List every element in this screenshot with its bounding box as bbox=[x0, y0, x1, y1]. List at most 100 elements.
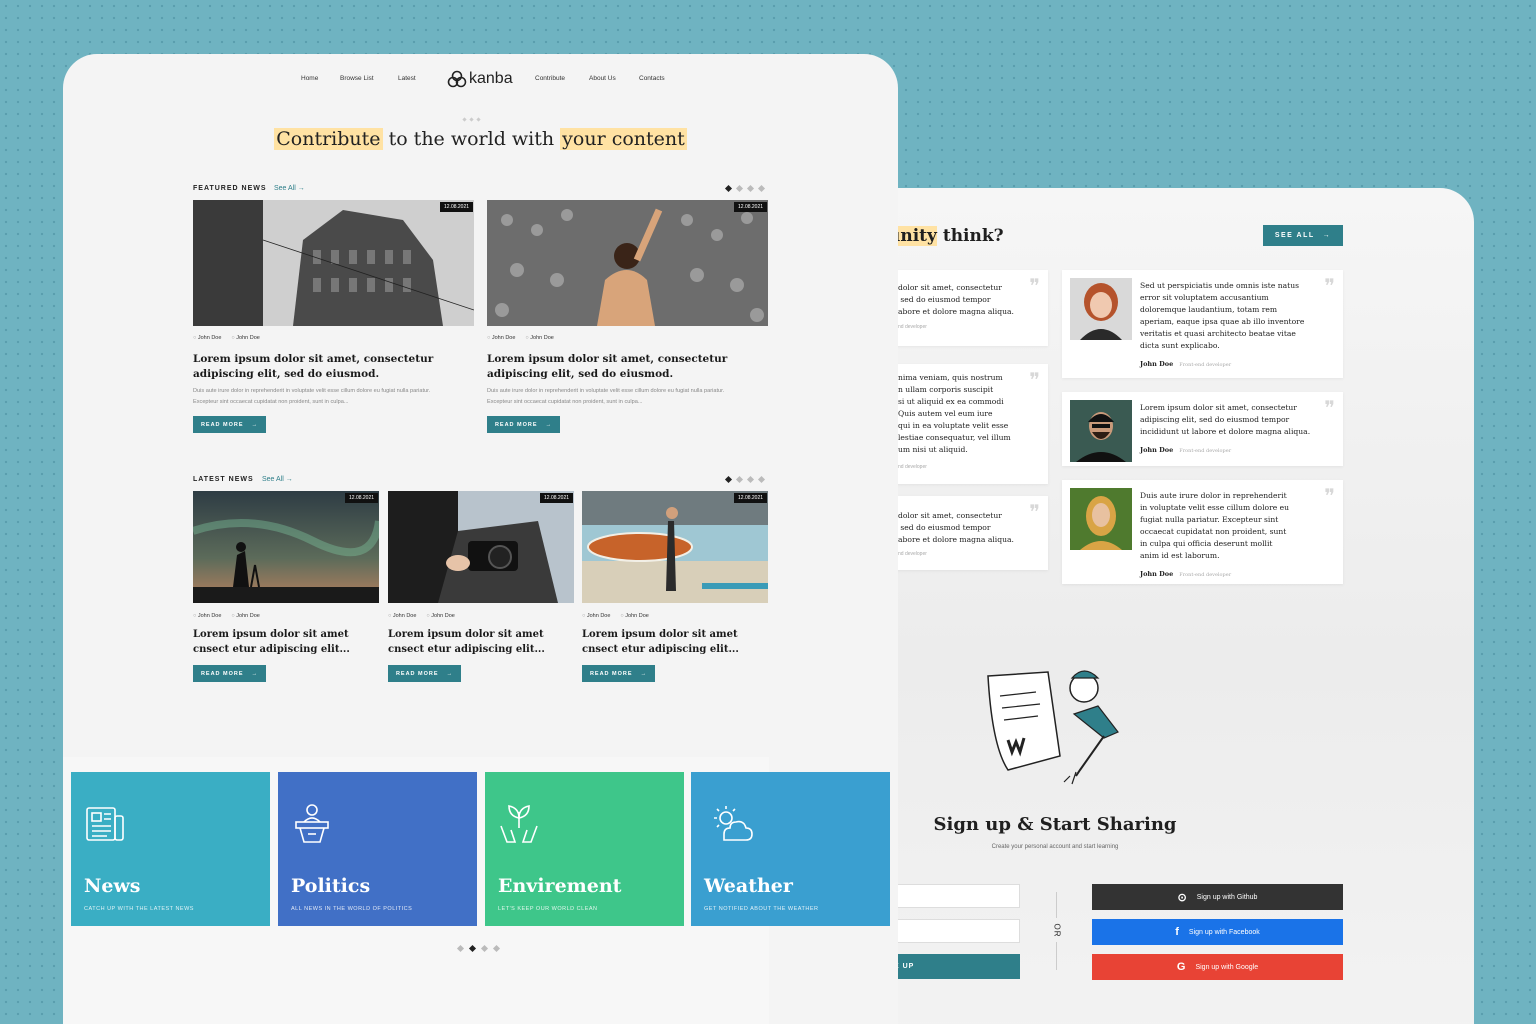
or-label: OR bbox=[1052, 923, 1062, 938]
arrow-right-icon: → bbox=[297, 185, 305, 192]
github-icon: ⊙ bbox=[1177, 891, 1187, 904]
camera-photo bbox=[388, 491, 574, 603]
password-field[interactable] bbox=[890, 919, 1020, 943]
card-title[interactable]: Lorem ipsum dolor sit amet cnsect etur a… bbox=[193, 627, 379, 657]
arrow-right-icon: → bbox=[1322, 232, 1332, 239]
nav-browse-list[interactable]: Browse List bbox=[340, 75, 374, 82]
card-title[interactable]: Lorem ipsum dolor sit amet cnsect etur a… bbox=[388, 627, 574, 657]
testimonial-author: John Doe Front-end developer bbox=[1140, 360, 1232, 368]
testimonial-role: nd developer bbox=[898, 551, 927, 557]
quote-icon: ❞ bbox=[1324, 396, 1335, 420]
divider bbox=[1056, 892, 1057, 918]
arrow-right-icon: → bbox=[285, 476, 293, 483]
read-more-button[interactable]: READ MORE → bbox=[388, 665, 461, 682]
testimonial-role: nd developer bbox=[898, 464, 927, 470]
avatar bbox=[1070, 488, 1132, 550]
quote-icon: ❞ bbox=[1324, 274, 1335, 298]
kanba-logo-icon bbox=[447, 70, 467, 88]
community-see-all-button[interactable]: SEE ALL → bbox=[1263, 225, 1343, 246]
read-more-button[interactable]: READ MORE → bbox=[193, 416, 266, 433]
arrow-right-icon: → bbox=[251, 421, 259, 428]
latest-news-label: LATEST NEWS bbox=[193, 476, 254, 483]
author-name: John Doe bbox=[582, 613, 611, 619]
google-icon: G bbox=[1176, 961, 1186, 973]
card-meta: John Doe John Doe bbox=[582, 613, 649, 619]
testimonial-card: ❞ Duis aute irure dolor in reprehenderit… bbox=[1062, 480, 1343, 584]
quote-icon: ❞ bbox=[1029, 500, 1040, 524]
nav-contribute[interactable]: Contribute bbox=[535, 75, 565, 82]
card-meta: John Doe John Doe bbox=[193, 335, 260, 341]
quote-icon: ❞ bbox=[1029, 368, 1040, 392]
featured-news-label: FEATURED NEWS bbox=[193, 185, 267, 192]
signup-button[interactable]: E UP bbox=[890, 954, 1020, 979]
read-more-button[interactable]: READ MORE → bbox=[487, 416, 560, 433]
testimonial-text: dolor sit amet, consectetur sed do eiusm… bbox=[898, 511, 1014, 544]
community-panel: unity think? SEE ALL → ❞ dolor sit amet, … bbox=[860, 188, 1474, 1024]
featured-pager[interactable] bbox=[724, 184, 766, 193]
latest-pager[interactable] bbox=[724, 475, 766, 484]
card-title[interactable]: Lorem ipsum dolor sit amet, consectetur … bbox=[487, 352, 768, 382]
latest-see-all-link[interactable]: See All → bbox=[262, 476, 293, 483]
nav-home[interactable]: Home bbox=[301, 75, 318, 82]
decor-dots bbox=[462, 117, 481, 122]
author-name: John Doe bbox=[193, 335, 222, 341]
divider bbox=[1056, 942, 1057, 970]
date-badge: 12.08.2021 bbox=[345, 493, 379, 503]
testimonial-text: nima veniam, quis nostrum n ullam corpor… bbox=[898, 373, 1011, 454]
signup-subtitle: Create your personal account and start l… bbox=[991, 844, 1119, 850]
nav-about-us[interactable]: About Us bbox=[589, 75, 616, 82]
testimonial-card: ❞ Lorem ipsum dolor sit amet, consectetu… bbox=[1062, 392, 1343, 466]
testimonial-text: Duis aute irure dolor in reprehenderit i… bbox=[1140, 491, 1290, 560]
quote-icon: ❞ bbox=[1029, 274, 1040, 298]
card-title[interactable]: Lorem ipsum dolor sit amet, consectetur … bbox=[193, 352, 474, 382]
avatar bbox=[1070, 400, 1132, 462]
building-photo bbox=[193, 200, 474, 326]
github-signup-button[interactable]: ⊙ Sign up with Github bbox=[1092, 884, 1343, 910]
testimonial-card: ❞ Sed ut perspiciatis unde omnis iste na… bbox=[1062, 270, 1343, 378]
testimonial-author: John Doe Front-end developer bbox=[1140, 446, 1232, 454]
email-field[interactable] bbox=[890, 884, 1020, 908]
card-meta: John Doe John Doe bbox=[388, 613, 455, 619]
arrow-right-icon: → bbox=[446, 670, 454, 677]
author-name: John Doe bbox=[193, 613, 222, 619]
arrow-right-icon: → bbox=[545, 421, 553, 428]
comment-author: John Doe bbox=[231, 613, 260, 619]
card-description: Duis aute irure dolor in reprehenderit i… bbox=[193, 388, 431, 405]
testimonial-role: nd developer bbox=[898, 324, 927, 330]
aurora-photo bbox=[193, 491, 379, 603]
arrow-right-icon: → bbox=[640, 670, 648, 677]
testimonial-author: John Doe Front-end developer bbox=[1140, 570, 1232, 578]
concert-crowd-photo bbox=[487, 200, 768, 326]
testimonial-text: dolor sit amet, consectetur sed do eiusm… bbox=[898, 283, 1014, 316]
quote-icon: ❞ bbox=[1324, 484, 1335, 508]
read-more-button[interactable]: READ MORE → bbox=[193, 665, 266, 682]
featured-see-all-link[interactable]: See All → bbox=[274, 185, 305, 192]
nav-latest[interactable]: Latest bbox=[398, 75, 416, 82]
facebook-icon: f bbox=[1175, 926, 1179, 938]
nav-contacts[interactable]: Contacts bbox=[639, 75, 665, 82]
testimonial-text: Sed ut perspiciatis unde omnis iste natu… bbox=[1140, 281, 1305, 350]
logo[interactable]: kanba bbox=[447, 70, 513, 88]
read-more-button[interactable]: READ MORE → bbox=[582, 665, 655, 682]
comment-author: John Doe bbox=[525, 335, 554, 341]
author-name: John Doe bbox=[487, 335, 516, 341]
date-badge: 12.08.2021 bbox=[734, 202, 768, 212]
hero-heading: Contribute to the world with your conten… bbox=[274, 128, 687, 150]
community-heading: unity think? bbox=[888, 226, 1004, 246]
date-badge: 12.08.2021 bbox=[440, 202, 474, 212]
category-strip bbox=[63, 757, 769, 1024]
card-title[interactable]: Lorem ipsum dolor sit amet cnsect etur a… bbox=[582, 627, 768, 657]
card-meta: John Doe John Doe bbox=[487, 335, 554, 341]
facebook-signup-button[interactable]: f Sign up with Facebook bbox=[1092, 919, 1343, 945]
google-signup-button[interactable]: G Sign up with Google bbox=[1092, 954, 1343, 980]
avatar bbox=[1070, 278, 1132, 340]
comment-author: John Doe bbox=[426, 613, 455, 619]
surfboard-photo bbox=[582, 491, 768, 603]
arrow-right-icon: → bbox=[251, 670, 259, 677]
date-badge: 12.08.2021 bbox=[540, 493, 574, 503]
card-description: Duis aute irure dolor in reprehenderit i… bbox=[487, 388, 725, 405]
top-navigation: Home Browse List Latest kanba Contribute… bbox=[63, 70, 898, 90]
comment-author: John Doe bbox=[620, 613, 649, 619]
comment-author: John Doe bbox=[231, 335, 260, 341]
writer-illustration bbox=[987, 670, 1119, 785]
